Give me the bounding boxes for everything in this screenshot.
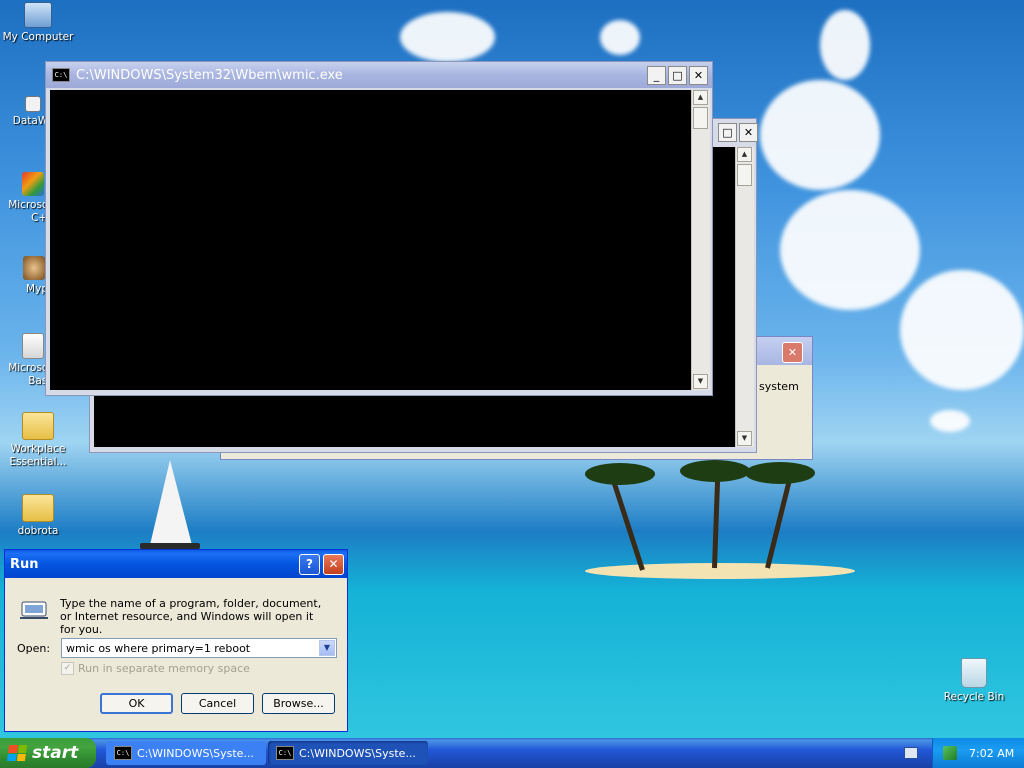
icon-label: My Computer [2, 31, 74, 43]
window-controls: □ ✕ [716, 123, 758, 142]
cloud [760, 80, 880, 190]
scroll-down-icon[interactable]: ▼ [737, 431, 752, 446]
scroll-down-icon[interactable]: ▼ [693, 374, 708, 389]
start-label: start [32, 743, 79, 763]
scroll-up-icon[interactable]: ▲ [693, 90, 708, 105]
help-icon[interactable]: ? [299, 553, 320, 575]
palm-fronds [585, 463, 655, 485]
open-label: Open: [17, 642, 51, 655]
checkbox-label: Run in separate memory space [78, 662, 250, 675]
scroll-up-icon[interactable]: ▲ [737, 147, 752, 162]
my-computer-icon [24, 2, 52, 28]
memory-checkbox-row: ✓ Run in separate memory space [61, 662, 250, 675]
title-controls: ? ✕ [299, 553, 344, 575]
taskbar-item-cmd-2[interactable]: C:\ C:\WINDOWS\Syste... [268, 741, 428, 765]
scrollbar[interactable]: ▲ ▼ [735, 147, 754, 447]
recycle-bin-icon [961, 658, 987, 688]
open-input[interactable]: wmic os where primary=1 reboot [62, 642, 319, 655]
shortcut-icon [25, 96, 41, 112]
open-combobox[interactable]: wmic os where primary=1 reboot ▼ [61, 638, 337, 658]
run-description: Type the name of a program, folder, docu… [60, 597, 322, 636]
scroll-thumb[interactable] [693, 107, 708, 129]
checkbox-icon: ✓ [61, 662, 74, 675]
network-icon[interactable] [943, 746, 957, 760]
dialog-text: r system [751, 380, 799, 393]
window-title: C:\WINDOWS\System32\Wbem\wmic.exe [76, 67, 343, 83]
taskbar: start C:\ C:\WINDOWS\Syste... C:\ C:\WIN… [0, 738, 1024, 768]
cmd-window-front[interactable]: C:\ C:\WINDOWS\System32\Wbem\wmic.exe _ … [45, 61, 713, 396]
cancel-button[interactable]: Cancel [181, 693, 254, 714]
msbasic-icon [22, 333, 44, 359]
cloud [780, 190, 920, 310]
close-icon[interactable]: ✕ [689, 65, 708, 85]
console-icon: C:\ [276, 746, 294, 760]
desktop-icon-recycle-bin[interactable]: Recycle Bin [936, 658, 1012, 704]
palm-trunk [712, 469, 721, 569]
run-icon [18, 596, 50, 622]
myp-icon [23, 256, 45, 280]
palm-trunk [611, 481, 645, 571]
task-label: C:\WINDOWS\Syste... [299, 746, 416, 760]
browse-button[interactable]: Browse... [262, 693, 335, 714]
clock[interactable]: 7:02 AM [969, 747, 1014, 760]
run-dialog[interactable]: Run ? ✕ Type the name of a program, fold… [4, 549, 348, 732]
cloud [400, 12, 495, 62]
dobrota-icon [22, 494, 54, 522]
chevron-down-icon[interactable]: ▼ [319, 640, 335, 656]
palm-fronds [680, 460, 750, 482]
icon-label: Recycle Bin [943, 691, 1005, 703]
workplace-icon [22, 412, 54, 440]
ok-button[interactable]: OK [100, 693, 173, 714]
maximize-icon[interactable]: □ [668, 65, 687, 85]
scroll-thumb[interactable] [737, 164, 752, 186]
taskbar-item-cmd-1[interactable]: C:\ C:\WINDOWS\Syste... [106, 741, 266, 765]
maximize-icon[interactable]: □ [718, 123, 737, 142]
minimize-icon[interactable]: _ [647, 65, 666, 85]
cloud [820, 10, 870, 80]
icon-label: Workplace Essential... [9, 443, 67, 468]
close-icon[interactable]: ✕ [782, 342, 803, 363]
windows-flag-icon [6, 745, 28, 761]
sail [150, 460, 192, 545]
palm-trunk [765, 480, 792, 569]
keyboard-icon[interactable] [904, 747, 918, 759]
cloud [600, 20, 640, 55]
dialog-title: Run [10, 556, 39, 572]
island [585, 563, 855, 579]
desktop-icon-my-computer[interactable]: My Computer [0, 2, 76, 44]
task-label: C:\WINDOWS\Syste... [137, 746, 254, 760]
cloud [900, 270, 1024, 390]
desktop: My Computer DataWa Microsoft C++ Myp Mic… [0, 0, 1024, 738]
console-icon: C:\ [52, 68, 70, 82]
run-title-bar[interactable]: Run ? ✕ [5, 550, 347, 578]
desktop-icon-dobrota[interactable]: dobrota [0, 494, 76, 538]
scrollbar[interactable]: ▲ ▼ [691, 90, 710, 390]
close-icon[interactable]: ✕ [739, 123, 758, 142]
window-controls: _ □ ✕ [645, 65, 708, 85]
palm-fronds [745, 462, 815, 484]
close-icon[interactable]: ✕ [323, 553, 344, 575]
console-area[interactable] [50, 90, 692, 390]
console-icon: C:\ [114, 746, 132, 760]
start-button[interactable]: start [0, 738, 96, 768]
system-tray: 7:02 AM [932, 738, 1024, 768]
desktop-icon-workplace[interactable]: Workplace Essential... [0, 412, 76, 469]
cloud [930, 410, 970, 432]
cmd-title-bar[interactable]: C:\ C:\WINDOWS\System32\Wbem\wmic.exe _ … [46, 62, 712, 88]
msvc-icon [22, 172, 44, 196]
icon-label: dobrota [17, 525, 59, 537]
